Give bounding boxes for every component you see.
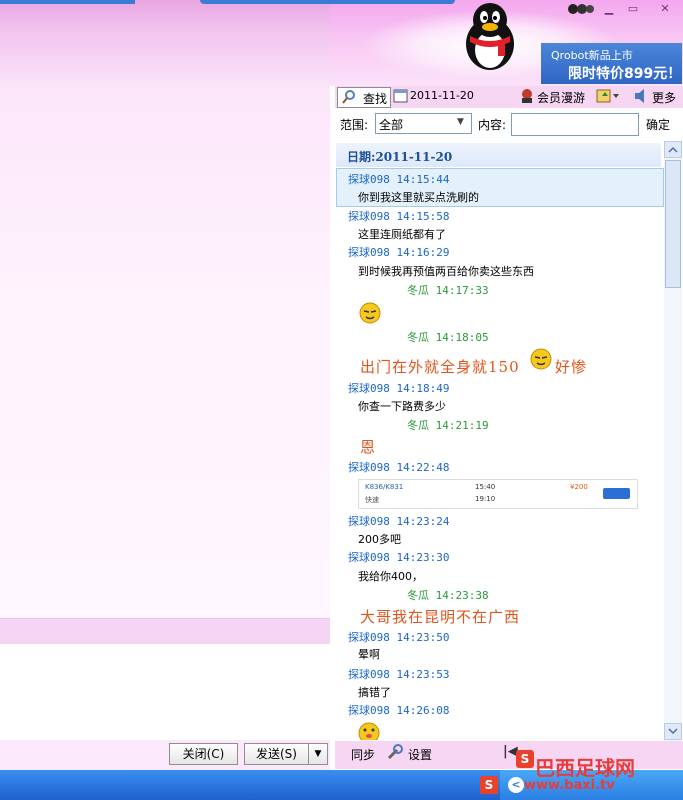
message-meta: 探球098 14:26:08 [348, 704, 450, 717]
close-icon[interactable]: ✕ [654, 2, 676, 16]
date-header: 日期:2011-11-20 [336, 143, 661, 167]
send-label: 发送(S) [256, 747, 297, 761]
message-text: 我给你400， [358, 570, 423, 583]
confirm-button[interactable]: 确定 [646, 116, 670, 133]
member-icon [519, 88, 535, 107]
emoji-smirk-icon [358, 302, 382, 327]
qq-penguin-icon [460, 0, 520, 72]
ad-price: 限时特价899元！ [568, 66, 682, 82]
message-text: 你查一下路费多少 [358, 400, 446, 413]
ticket-arrive: 19:10 [475, 495, 496, 503]
more-label: 更多 [652, 91, 677, 105]
message-meta: 探球098 14:15:58 [348, 210, 450, 223]
qq-show-icon[interactable] [566, 2, 594, 16]
close-label: 关闭(C) [182, 747, 225, 761]
scroll-thumb[interactable] [665, 160, 681, 288]
send-options-chevron-icon[interactable]: ▼ [308, 743, 328, 765]
message-meta: 冬瓜 14:23:38 [407, 589, 489, 602]
search-icon [341, 89, 357, 108]
date-header-label: 日期:2011-11-20 [347, 150, 453, 164]
message-meta: 探球098 14:15:44 [348, 173, 450, 186]
titlebar-fragment [0, 0, 135, 4]
ticket-train: K836/K831 [365, 483, 404, 491]
content-label: 内容: [478, 118, 507, 132]
message-text: 到时候我再预值两百给你卖这些东西 [358, 265, 534, 278]
watermark-url: www.baxi.tv [524, 778, 615, 793]
sogou-ime-icon[interactable]: S [480, 776, 498, 794]
sync-button[interactable]: 同步 [351, 746, 375, 763]
message-text: 你到我这里就买点洗刷的 [358, 191, 479, 204]
watermark-logo-icon: S [516, 750, 534, 768]
message-meta: 探球098 14:23:24 [348, 515, 450, 528]
titlebar-fragment-2 [200, 0, 455, 4]
message-text: 这里连厕纸都有了 [358, 228, 446, 241]
ticket-screenshot-image[interactable]: K836/K831 快速 15:40 19:10 ¥200 [358, 479, 638, 509]
minimize-icon[interactable]: ▁ [598, 2, 620, 16]
ticket-depart: 15:40 [475, 483, 496, 491]
wrench-icon [386, 744, 404, 763]
message-text: 200多吧 [358, 533, 401, 546]
date-label: 2011-11-20 [410, 89, 474, 102]
message-meta: 探球098 14:18:49 [348, 382, 450, 395]
watermark: 巴西足球网 [535, 756, 635, 780]
member-label: 会员漫游 [537, 91, 586, 105]
message-input[interactable] [0, 644, 330, 740]
calendar-icon [393, 88, 408, 106]
message-text: 晕啊 [358, 648, 380, 661]
message-text-handwriting: 恩 [360, 438, 377, 456]
restore-icon[interactable]: ▭ [622, 2, 644, 16]
range-select[interactable]: 全部 ▼ [375, 113, 472, 134]
export-icon[interactable] [596, 88, 620, 107]
message-text-handwriting: 大哥我在昆明不在广西 [360, 608, 521, 626]
content-search-input[interactable] [511, 113, 639, 136]
book-button [603, 488, 630, 499]
message-meta: 探球098 14:23:53 [348, 668, 450, 681]
message-meta: 探球098 14:23:50 [348, 631, 450, 644]
message-text-handwriting: 好惨 [555, 358, 588, 376]
message-meta: 冬瓜 14:17:33 [407, 284, 489, 297]
range-value: 全部 [379, 118, 404, 132]
message-text-handwriting: 出门在外就全身就150 [360, 358, 520, 376]
ticket-type: 快速 [365, 496, 379, 504]
emoji-tongue-icon [358, 722, 380, 744]
scroll-down-icon[interactable] [664, 723, 682, 740]
tray-collapse-icon[interactable]: < [508, 777, 524, 793]
input-toolbar [0, 618, 330, 644]
message-meta: 探球098 14:16:29 [348, 246, 450, 259]
speaker-icon [633, 88, 650, 107]
search-label: 查找 [363, 92, 388, 106]
search-button[interactable]: 查找 [337, 87, 391, 108]
ticket-price: ¥200 [570, 483, 588, 491]
message-meta: 探球098 14:22:48 [348, 461, 450, 474]
message-meta: 探球098 14:23:30 [348, 551, 450, 564]
settings-button[interactable]: 设置 [408, 746, 432, 763]
ad-title: Qrobot新品上市 [551, 49, 633, 62]
chevron-down-icon: ▼ [457, 117, 464, 127]
message-meta: 冬瓜 14:21:19 [407, 419, 489, 432]
send-button[interactable]: 发送(S) [244, 743, 309, 765]
emoji-smirk-icon [529, 348, 553, 373]
scroll-up-icon[interactable] [664, 141, 682, 158]
range-label: 范围: [340, 118, 369, 132]
close-button[interactable]: 关闭(C) [169, 743, 238, 765]
message-meta: 冬瓜 14:18:05 [407, 331, 489, 344]
message-text: 搞错了 [358, 686, 391, 699]
